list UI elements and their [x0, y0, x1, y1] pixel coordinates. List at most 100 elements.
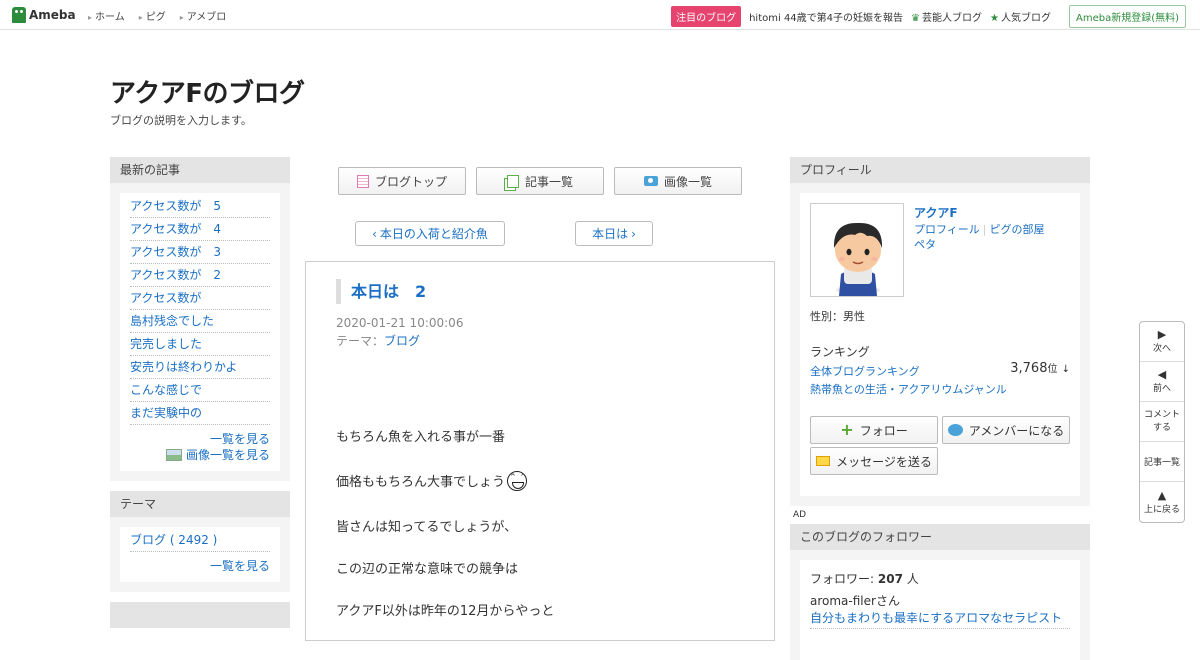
see-all-articles-link[interactable]: 一覧を見る [210, 432, 270, 446]
separator: | [982, 223, 987, 236]
article-link[interactable]: アクセス数が 5 [130, 199, 221, 213]
ranking-genre-row: 熱帯魚との生活・アクアリウムジャンル [810, 381, 1070, 397]
entry-title[interactable]: 本日は 2 [336, 279, 426, 304]
nav-ameblo[interactable]: アメブロ [180, 8, 227, 23]
ameba-logo-icon [12, 7, 26, 23]
speech-bubble-icon [947, 424, 963, 436]
list-item: アクセス数が 5 [130, 195, 270, 218]
blog-top-label: ブログトップ [374, 174, 447, 189]
entry-line: アクアF以外は昨年の12月からやっと [336, 604, 555, 619]
envelope-icon [816, 456, 831, 466]
theme-link[interactable]: ブログ ( 2492 ) [130, 533, 217, 547]
list-item: 完売しました [130, 333, 270, 356]
global-nav: ホーム ピグ アメブロ [88, 8, 226, 23]
celebrity-blog-link[interactable]: ♛ 芸能人ブログ [911, 9, 982, 24]
list-item: アクセス数が 3 [130, 241, 270, 264]
rank-unit: 位 [1047, 364, 1058, 375]
triangle-up-icon: ▲ [1157, 488, 1167, 502]
laughing-face-icon [507, 471, 528, 491]
followers-heading: このブログのフォロワー [790, 524, 1090, 550]
float-top-button[interactable]: ▲ 上に戻る [1140, 482, 1184, 522]
triangle-right-icon: ▶ [1157, 328, 1167, 341]
ranking-label: ランキング [810, 345, 870, 359]
float-prev-button[interactable]: ◀ 前へ [1140, 362, 1184, 402]
chevron-right-icon: › [631, 226, 636, 241]
list-item: こんな感じで [130, 379, 270, 402]
entry-line: この辺の正常な意味での競争は [336, 562, 519, 577]
float-next-button[interactable]: ▶ 次へ [1140, 322, 1184, 362]
profile-box: アクアF プロフィール | ピグの部屋 ペタ 性別：男性 ランキング 全体ブログラン… [790, 183, 1090, 506]
image-list-icon [165, 449, 182, 461]
ad-label: AD [793, 510, 807, 520]
prev-article-button[interactable]: ‹ 本日の入荷と紹介魚 [355, 221, 505, 246]
ranking-genre-link[interactable]: 熱帯魚との生活・アクアリウムジャンル [810, 383, 1007, 396]
blog-nav-buttons: ブログトップ 記事一覧 画像一覧 [338, 167, 742, 195]
list-item: アクセス数が 2 [130, 264, 270, 287]
article-link[interactable]: 完売しました [130, 337, 202, 351]
theme-heading: テーマ [110, 491, 290, 517]
list-item: 安売りは終わりかよ [130, 356, 270, 379]
article-link[interactable]: 島村残念でした [130, 314, 214, 328]
send-message-button[interactable]: メッセージを送る [810, 447, 938, 475]
entry-line: 皆さんは知ってるでしょうが、 [336, 520, 518, 535]
follow-button[interactable]: + フォロー [810, 416, 938, 444]
followers-label: フォロワー: [810, 572, 875, 586]
prev-article-label: 本日の入荷と紹介魚 [379, 227, 488, 241]
camera-icon [643, 176, 658, 186]
entry-line: もちろん魚を入れる事が一番 [336, 430, 506, 445]
crown-icon: ♛ [911, 13, 921, 24]
profile-name[interactable]: アクアF [914, 204, 958, 221]
blog-title[interactable]: アクアFのブログ [110, 73, 305, 110]
profile-heading: プロフィール [790, 157, 1090, 183]
featured-badge: 注目のブログ [671, 6, 742, 27]
profile-gender: 性別：男性 [810, 310, 865, 323]
article-link[interactable]: アクセス数が [130, 291, 201, 305]
right-sidebar: プロフィール アクアF プロフィール | ピグの部屋 ペタ 性別：男性 ランキン… [790, 157, 1090, 506]
next-article-button[interactable]: 本日は › [575, 221, 653, 246]
latest-articles-list: アクセス数が 5 アクセス数が 4 アクセス数が 3 アクセス数が 2 アクセス… [130, 195, 270, 425]
article-link[interactable]: 安売りは終わりかよ [130, 360, 237, 374]
amember-button[interactable]: アメンバーになる [942, 416, 1070, 444]
article-link[interactable]: まだ実験中の [130, 406, 202, 420]
entry-line-text: 価格ももちろん大事でしょう [336, 475, 506, 490]
logo-text: Ameba [29, 8, 76, 22]
register-button[interactable]: Ameba新規登録(無料) [1068, 5, 1186, 28]
follower-blog-link[interactable]: 自分もまわりも最幸にするアロマなセラピスト [810, 609, 1070, 629]
popular-blog-link[interactable]: ★ 人気ブログ [990, 9, 1051, 24]
blog-description: ブログの説明を入力します。 [110, 114, 252, 127]
article-link[interactable]: こんな感じで [130, 383, 202, 397]
entry-theme-link[interactable]: ブログ [384, 334, 420, 348]
article-link[interactable]: アクセス数が 2 [130, 268, 221, 282]
profile-links: プロフィール | ピグの部屋 ペタ [914, 222, 1045, 252]
ranking-overall-link[interactable]: 全体ブログランキング [810, 365, 920, 378]
float-article-list-label: 記事一覧 [1143, 458, 1180, 468]
followers-section: このブログのフォロワー フォロワー: 207 人 aroma-filerさん 自… [790, 524, 1090, 660]
float-comment-button[interactable]: コメントする [1140, 402, 1184, 442]
rank-number: 3,768 [1010, 361, 1048, 376]
profile-link[interactable]: プロフィール [914, 223, 980, 236]
blog-top-button[interactable]: ブログトップ [338, 167, 466, 195]
float-prev-label: 前へ [1152, 384, 1171, 394]
amember-label: アメンバーになる [968, 423, 1065, 438]
send-message-label: メッセージを送る [836, 454, 932, 469]
chevron-left-icon: ‹ [372, 226, 377, 241]
peta-link[interactable]: ペタ [914, 238, 936, 251]
image-list-link[interactable]: 画像一覧を見る [186, 448, 270, 462]
image-list-button[interactable]: 画像一覧 [614, 167, 742, 195]
featured-link[interactable]: hitomi 44歳で第4子の妊娠を報告 [749, 9, 903, 24]
popular-blog-label: 人気ブログ [1000, 13, 1051, 24]
nav-pigg[interactable]: ピグ [139, 8, 166, 23]
see-all-themes-link[interactable]: 一覧を見る [210, 559, 270, 573]
nav-home[interactable]: ホーム [88, 8, 125, 23]
article-link[interactable]: アクセス数が 4 [130, 222, 221, 236]
ameba-logo[interactable]: Ameba [12, 6, 76, 24]
float-article-list-button[interactable]: 記事一覧 [1140, 442, 1184, 482]
article-list-button[interactable]: 記事一覧 [476, 167, 604, 195]
pigg-room-link[interactable]: ピグの部屋 [990, 223, 1045, 236]
image-list-label: 画像一覧 [663, 174, 712, 189]
list-item: まだ実験中の [130, 402, 270, 425]
rank-down-icon: ↓ [1061, 364, 1070, 375]
article-link[interactable]: アクセス数が 3 [130, 245, 221, 259]
next-article-label: 本日は [592, 227, 629, 241]
avatar[interactable] [810, 203, 904, 297]
